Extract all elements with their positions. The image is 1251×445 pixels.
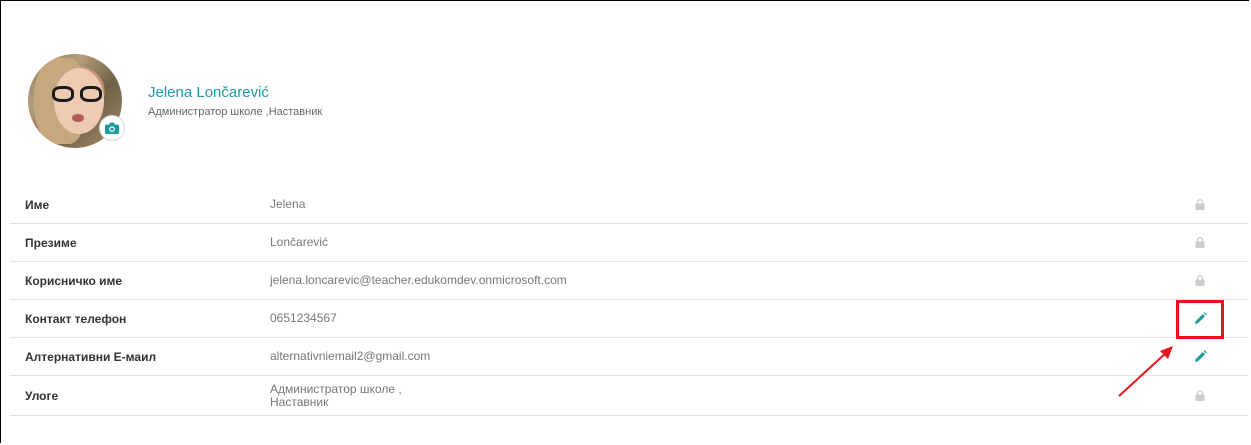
field-label: Алтернативни Е-маил <box>25 349 157 364</box>
field-row-contact-phone: Контакт телефон 0651234567 <box>10 300 1249 338</box>
pencil-icon <box>1194 350 1207 362</box>
camera-icon <box>105 122 119 134</box>
field-value: alternativniemail2@gmail.com <box>270 349 431 363</box>
field-label: Контакт телефон <box>25 311 127 326</box>
edit-email-button[interactable] <box>1188 338 1212 375</box>
highlight-box <box>1176 300 1224 339</box>
lock-icon <box>1188 376 1212 415</box>
field-value: Lončarević <box>270 235 329 249</box>
lock-icon <box>1188 262 1212 299</box>
field-label: Улоге <box>25 388 59 403</box>
profile-roles: Администратор школе ,Наставник <box>148 106 323 118</box>
profile-fields: Име Jelena Презиме Lončarević Корисничко… <box>10 186 1249 416</box>
field-label: Презиме <box>25 235 77 250</box>
field-label: Корисничко име <box>25 273 123 288</box>
change-photo-button[interactable] <box>99 115 125 141</box>
field-value: jelena.loncarevic@teacher.edukomdev.onmi… <box>270 273 567 287</box>
field-value: Jelena <box>270 197 306 211</box>
profile-name: Jelena Lončarević <box>148 84 269 101</box>
lock-icon <box>1188 224 1212 261</box>
field-row-roles: Улоге Администратор школе , Наставник <box>10 376 1249 416</box>
annotation-arrow <box>1118 346 1173 397</box>
field-value: 0651234567 <box>270 311 337 325</box>
field-row-username: Корисничко име jelena.loncarevic@teacher… <box>10 262 1249 300</box>
lock-icon <box>1188 186 1212 223</box>
role-line: Наставник <box>270 394 329 409</box>
field-row-alternative-email: Алтернативни Е-маил alternativniemail2@g… <box>10 338 1249 376</box>
field-label: Име <box>25 197 50 212</box>
field-value: Администратор школе , Наставник <box>270 376 402 415</box>
field-row-first-name: Име Jelena <box>10 186 1249 224</box>
role-line: Администратор школе , <box>270 381 402 396</box>
field-row-last-name: Презиме Lončarević <box>10 224 1249 262</box>
